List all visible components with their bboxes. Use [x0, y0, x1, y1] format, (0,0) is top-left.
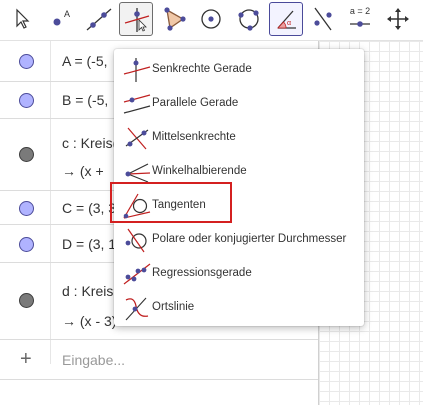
perpendicular-line-tool[interactable] — [119, 2, 153, 36]
reflect-tool[interactable] — [306, 2, 340, 36]
best-fit-line-icon — [123, 263, 151, 285]
menu-item-polare[interactable]: Polare oder konjugierter Durchmesser — [114, 223, 364, 257]
point-tool-icon: A — [53, 9, 70, 26]
toolbar: A α a = 2 — [0, 0, 423, 41]
menu-item-regressionsgerade[interactable]: Regressionsgerade — [114, 257, 364, 291]
algebra-row-text: C = (3, 3 — [62, 200, 117, 216]
algebra-row-text: B = (-5, — [62, 92, 109, 108]
polar-line-icon — [125, 228, 147, 253]
perpendicular-bisector-icon — [125, 127, 149, 150]
visibility-toggle[interactable] — [19, 201, 34, 216]
menu-item-ortslinie[interactable]: Ortslinie — [114, 291, 364, 325]
input-placeholder[interactable]: Eingabe... — [62, 352, 125, 368]
circle-three-points-tool-icon — [238, 9, 259, 31]
menu-item-senkrechte-gerade[interactable]: Senkrechte Gerade — [114, 53, 364, 87]
parallel-line-icon — [123, 94, 151, 114]
algebra-row-text: A = (-5, — [62, 53, 108, 69]
reflect-tool-icon — [314, 7, 332, 31]
algebra-row-output: → (x - 3) — [62, 313, 117, 329]
visibility-toggle[interactable] — [19, 293, 34, 308]
algebra-row-output: → (x + — [62, 163, 104, 179]
circle-center-point-tool[interactable] — [194, 2, 228, 36]
move-graphics-view-tool[interactable] — [381, 2, 415, 36]
algebra-row-text: d : Kreis( — [62, 283, 119, 299]
menu-item-mittelsenkrechte[interactable]: Mittelsenkrechte — [114, 121, 364, 155]
angle-tool[interactable]: α — [269, 2, 303, 36]
add-icon[interactable]: + — [20, 348, 32, 371]
menu-item-label: Polare oder konjugierter Durchmesser — [152, 233, 347, 245]
circle-center-point-tool-icon — [201, 9, 221, 29]
line-tool-icon — [86, 8, 112, 31]
locus-icon — [125, 297, 149, 321]
menu-item-label: Senkrechte Gerade — [152, 63, 252, 75]
slider-tool[interactable]: a = 2 — [343, 2, 377, 36]
point-tool[interactable]: A — [44, 2, 78, 36]
menu-item-label: Regressionsgerade — [152, 267, 252, 279]
slider-tool-icon — [350, 21, 370, 27]
visibility-toggle[interactable] — [19, 147, 34, 162]
line-tool[interactable] — [82, 2, 116, 36]
tangenten-highlight-box — [110, 182, 232, 223]
visibility-toggle[interactable] — [19, 54, 34, 69]
input-bar[interactable]: + Eingabe... — [0, 340, 318, 380]
svg-text:α: α — [287, 20, 291, 27]
algebra-row-text: D = (3, 1 — [62, 236, 117, 252]
menu-item-parallele-gerade[interactable]: Parallele Gerade — [114, 87, 364, 121]
move-tool-icon — [16, 8, 30, 29]
visibility-toggle[interactable] — [19, 237, 34, 252]
polygon-tool[interactable] — [157, 2, 191, 36]
move-graphics-view-tool-icon — [387, 8, 409, 30]
perpendicular-line-tool-icon — [124, 8, 150, 32]
circle-three-points-tool[interactable] — [232, 2, 266, 36]
visibility-toggle[interactable] — [19, 93, 34, 108]
svg-text:A: A — [64, 9, 70, 19]
angle-tool-icon: α — [277, 10, 296, 29]
menu-item-label: Ortslinie — [152, 301, 195, 313]
polygon-tool-icon — [164, 7, 186, 31]
menu-item-label: Winkelhalbierende — [152, 165, 247, 177]
menu-item-label: Parallele Gerade — [152, 97, 239, 109]
perpendicular-line-icon — [123, 58, 151, 82]
menu-item-label: Mittelsenkrechte — [152, 131, 236, 143]
move-tool[interactable] — [4, 2, 38, 36]
